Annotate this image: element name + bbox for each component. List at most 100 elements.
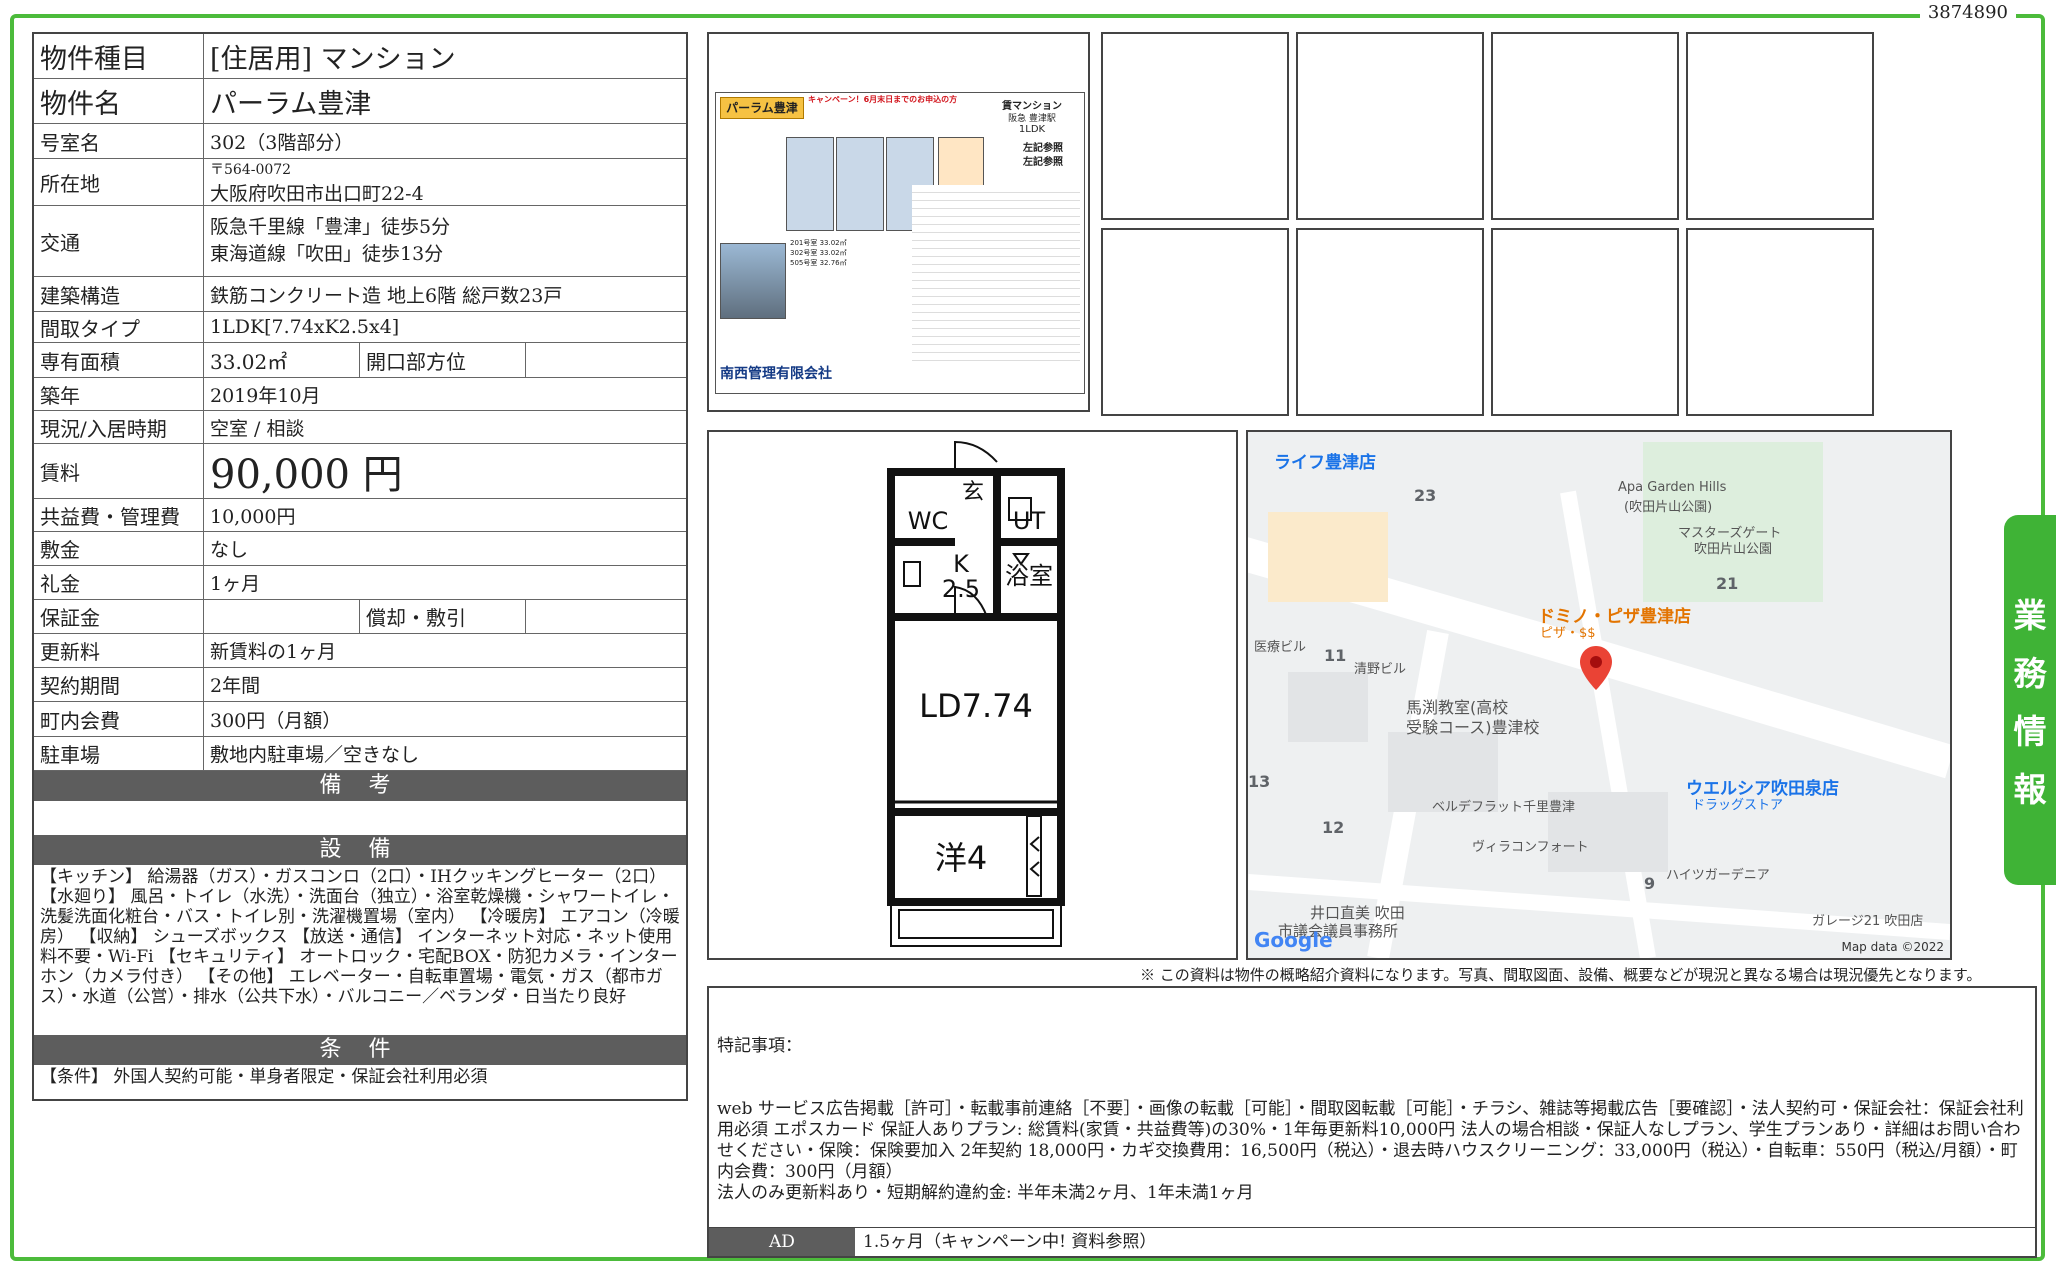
label: 更新料 (34, 634, 204, 667)
flyer-room: 505号室 32.76㎡ (790, 259, 847, 267)
map-number: 23 (1414, 486, 1437, 505)
row-fee: 共益費・管理費 10,000円 (34, 499, 686, 532)
photo-slot[interactable] (1296, 228, 1484, 416)
tab-char: 報 (2013, 770, 2047, 809)
row-built: 築年 2019年10月 (34, 378, 686, 411)
label: 専有面積 (34, 343, 204, 377)
value: 10,000円 (210, 505, 296, 528)
map-label[interactable]: (吹田片山公園) (1624, 496, 1712, 515)
map-label[interactable]: ライフ豊津店 (1274, 448, 1376, 473)
location-pin-icon[interactable] (1578, 644, 1614, 692)
map-label[interactable]: ガレージ21 吹田店 (1812, 910, 1923, 929)
map-label[interactable]: 清野ビル (1354, 658, 1406, 677)
flyer-ref: 左記参照 (1023, 143, 1063, 154)
fp-kitchen-size: 2.5 (942, 575, 980, 603)
label: 物件名 (34, 79, 204, 123)
map-label: ピザ・$$ (1540, 626, 1596, 641)
special-notes-title: 特記事項： (717, 1036, 802, 1056)
business-info-tab[interactable]: 業 務 情 報 (2004, 515, 2056, 885)
map-label: 受験コース)豊津校 (1406, 718, 1540, 737)
photo-slot[interactable] (1686, 32, 1874, 220)
flyer-ref: 左記参照 (1023, 157, 1063, 168)
value: [住居用] マンション (210, 43, 456, 75)
conditions-body: 【条件】 外国人契約可能・単身者限定・保証会社利用必須 (40, 1067, 488, 1087)
special-notes: 特記事項： web サービス広告掲載［許可］・転載事前連絡［不要］・画像の転載［… (707, 986, 2037, 1258)
row-access: 交通 阪急千里線「豊津」徒歩5分 東海道線「吹田」徒歩13分 (34, 206, 686, 277)
map-label[interactable]: 医療ビル (1254, 636, 1306, 655)
photo-slot[interactable] (1491, 32, 1679, 220)
location-map[interactable]: ライフ豊津店 Apa Garden Hills (吹田片山公園) マスターズゲー… (1246, 430, 1952, 960)
label: 号室名 (34, 124, 204, 158)
row-key-money: 礼金 1ヶ月 (34, 566, 686, 600)
area-value: 33.02㎡ (204, 343, 360, 377)
map-number: 21 (1716, 574, 1739, 593)
value: 300円（月額） (210, 709, 342, 732)
fp-kitchen: K (953, 550, 970, 578)
map-number: 12 (1322, 818, 1345, 837)
value: 1LDK[7.74xK2.5x4] (210, 316, 400, 338)
row-status: 現況/入居時期 空室 / 相談 (34, 411, 686, 444)
fp-ut: UT (1013, 507, 1046, 535)
amortization-label: 償却・敷引 (360, 600, 526, 633)
conditions-header: 条 件 (34, 1035, 686, 1065)
flyer-sheet: パーラム豊津 キャンペーン！6月末日までのお申込の方 賃マンション 阪急 豊津駅… (715, 92, 1085, 394)
photo-slot[interactable] (1296, 32, 1484, 220)
photo-slot[interactable] (1491, 228, 1679, 416)
remarks-header: 備 考 (34, 771, 686, 801)
flyer-image[interactable]: パーラム豊津 キャンペーン！6月末日までのお申込の方 賃マンション 阪急 豊津駅… (707, 32, 1090, 412)
ad-row: AD 1.5ヶ月（キャンペーン中! 資料参照） (709, 1227, 2035, 1256)
row-address: 所在地 〒564-0072 大阪府吹田市出口町22-4 (34, 159, 686, 206)
guarantee-value (204, 600, 360, 633)
map-label[interactable]: Apa Garden Hills (1618, 480, 1726, 495)
floor-plan[interactable]: 玄 WC UT K 2.5 浴室 LD7.74 洋4 (707, 430, 1238, 960)
amortization-value (526, 600, 686, 633)
equipment-body: 【キッチン】 給湯器（ガス）・ガスコンロ（2口）・IHクッキングヒーター（2口）… (40, 867, 680, 1007)
photo-slot[interactable] (1101, 32, 1289, 220)
disclaimer: ※ この資料は物件の概略紹介資料になります。写真、間取図面、設備、概要などが現況… (1140, 966, 1982, 984)
ad-value: 1.5ヶ月（キャンペーン中! 資料参照） (863, 1232, 1157, 1252)
label: 所在地 (34, 159, 204, 205)
value: 2年間 (210, 675, 261, 697)
property-info-table: 物件種目 [住居用] マンション 物件名 パーラム豊津 号室名 302（3階部分… (32, 32, 688, 1101)
map-label[interactable]: ベルデフラット千里豊津 (1432, 796, 1575, 815)
remarks-body (34, 801, 686, 835)
flyer-spec-table (912, 185, 1080, 365)
fp-western: 洋4 (935, 839, 987, 877)
mini-plan (786, 137, 834, 231)
label: 築年 (34, 378, 204, 410)
map-label[interactable]: 吹田片山公園 (1694, 538, 1772, 557)
map-base (1248, 432, 1950, 958)
orientation-value (526, 343, 686, 377)
orientation-label: 開口部方位 (360, 343, 526, 377)
label: 町内会費 (34, 702, 204, 736)
row-contract: 契約期間 2年間 (34, 668, 686, 702)
map-label[interactable]: ハイツガーデニア (1666, 864, 1770, 883)
label: 交通 (34, 206, 204, 276)
value: なし (210, 539, 249, 561)
row-renewal: 更新料 新賃料の1ヶ月 (34, 634, 686, 668)
fp-entry: 玄 (962, 480, 984, 505)
row-guarantee: 保証金 償却・敷引 (34, 600, 686, 634)
floor-plan-drawing: 玄 WC UT K 2.5 浴室 LD7.74 洋4 (887, 440, 1065, 947)
row-deposit: 敷金 なし (34, 532, 686, 566)
map-attribution: Map data ©2022 (1841, 940, 1944, 954)
access-line: 東海道線「吹田」徒歩13分 (210, 243, 444, 265)
row-rent: 賃料 90,000 円 (34, 444, 686, 499)
mini-plan (836, 137, 884, 231)
label: 敷金 (34, 532, 204, 565)
fp-wc: WC (908, 507, 949, 535)
value: 302（3階部分） (210, 131, 354, 154)
tab-char: 業 (2013, 596, 2047, 635)
value: 敷地内駐車場／空きなし (210, 744, 420, 766)
photo-slot[interactable] (1101, 228, 1289, 416)
label: 間取タイプ (34, 312, 204, 342)
tab-char: 務 (2013, 654, 2047, 693)
equipment-header: 設 備 (34, 835, 686, 865)
map-label[interactable]: ヴィラコンフォート (1472, 836, 1589, 855)
google-logo: Google (1254, 928, 1333, 952)
flyer-title: パーラム豊津 (720, 97, 804, 119)
label: 駐車場 (34, 737, 204, 770)
value: 空室 / 相談 (210, 417, 305, 440)
fp-bath: 浴室 (1005, 562, 1053, 590)
photo-slot[interactable] (1686, 228, 1874, 416)
